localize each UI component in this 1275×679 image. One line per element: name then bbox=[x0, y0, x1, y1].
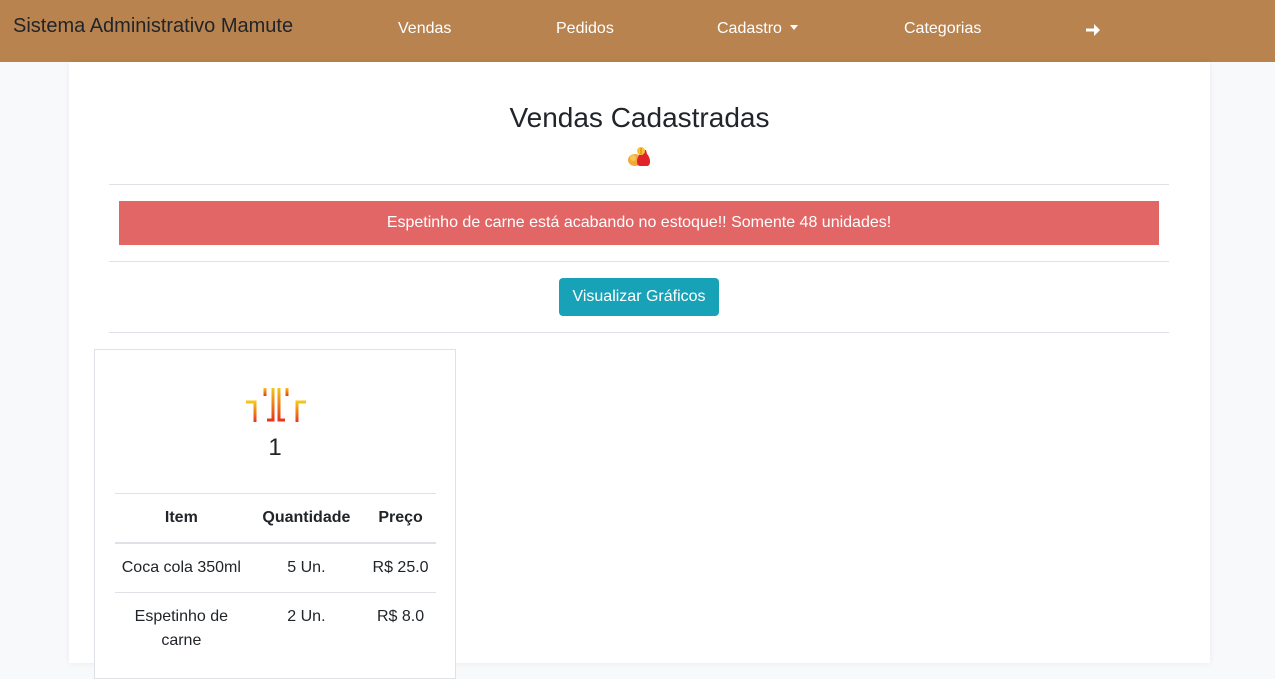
column-header-price: Preço bbox=[365, 493, 436, 544]
caret-down-icon bbox=[789, 25, 798, 30]
nav-link-pedidos[interactable]: Pedidos bbox=[556, 20, 614, 38]
item-name-cell: Coca cola 350ml bbox=[115, 542, 248, 593]
nav-link-categorias[interactable]: Categorias bbox=[904, 20, 981, 38]
top-navbar: Sistema Administrativo Mamute Vendas Ped… bbox=[0, 0, 1275, 62]
arrow-right-icon[interactable] bbox=[1085, 21, 1101, 39]
sale-items-table: Item Quantidade Preço Coca cola 350ml 5 … bbox=[115, 493, 436, 665]
item-price-cell: R$ 25.0 bbox=[365, 542, 436, 593]
item-quantity-cell: 5 Un. bbox=[247, 542, 366, 593]
low-stock-alert: Espetinho de carne está acabando no esto… bbox=[119, 201, 1159, 245]
column-header-quantity: Quantidade bbox=[247, 493, 366, 544]
money-bag-icon bbox=[628, 147, 650, 166]
nav-dropdown-cadastro[interactable]: Cadastro bbox=[717, 20, 798, 38]
page-title: Vendas Cadastradas bbox=[509, 102, 770, 133]
item-name-cell: Espetinho de carne bbox=[115, 592, 248, 665]
divider bbox=[109, 261, 1169, 262]
sale-card: 1 Item Quantidade Preço Coca cola 350ml … bbox=[94, 349, 456, 679]
item-price-cell: R$ 8.0 bbox=[365, 592, 436, 665]
nav-dropdown-label: Cadastro bbox=[717, 20, 782, 37]
item-quantity-cell: 2 Un. bbox=[247, 592, 366, 665]
main-container: Vendas Cadastradas Espetinho de carne es… bbox=[69, 62, 1210, 679]
divider bbox=[109, 332, 1169, 333]
table-row: Coca cola 350ml 5 Un. R$ 25.0 bbox=[115, 542, 436, 593]
table-number: 1 bbox=[268, 434, 282, 461]
dining-table-icon bbox=[244, 382, 308, 422]
nav-link-vendas[interactable]: Vendas bbox=[398, 20, 451, 38]
divider bbox=[109, 184, 1169, 185]
table-row: Espetinho de carne 2 Un. R$ 8.0 bbox=[115, 592, 436, 665]
view-charts-button[interactable]: Visualizar Gráficos bbox=[559, 278, 719, 316]
column-header-item: Item bbox=[115, 493, 248, 544]
navbar-brand[interactable]: Sistema Administrativo Mamute bbox=[13, 15, 293, 38]
table-header-row: Item Quantidade Preço bbox=[115, 493, 436, 544]
